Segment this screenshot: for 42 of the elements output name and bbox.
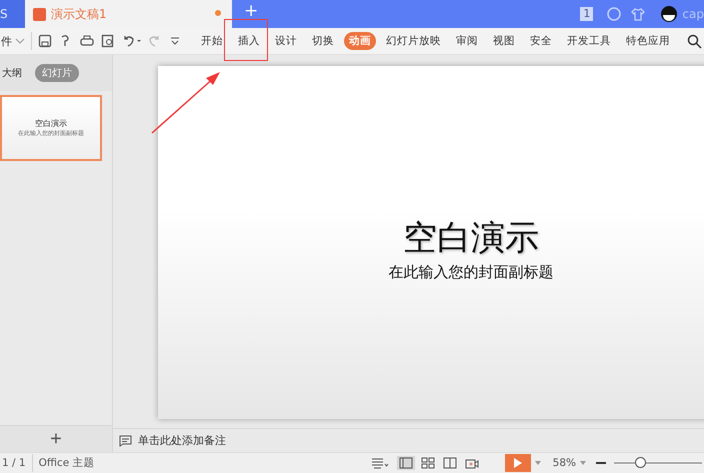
normal-view-icon[interactable] [396,456,415,470]
ribbon-tab[interactable]: 插入 [233,32,265,50]
ribbon-tab[interactable]: 安全 [525,32,557,50]
page-indicator: 1 / 1 [2,457,26,469]
notes-placeholder[interactable]: 单击此处添加备注 [138,433,226,448]
zoom-out-icon[interactable] [596,462,606,464]
chevron-down-icon[interactable] [15,37,25,45]
new-tab-button[interactable]: + [244,3,258,19]
ribbon-tab[interactable]: 开发工具 [562,32,616,50]
window-count-badge: 1 [580,7,594,21]
slide-canvas[interactable]: 空白演示 在此输入您的封面副标题 [158,66,704,419]
play-button[interactable] [504,454,531,472]
zoom-percentage[interactable]: 58% [552,457,576,469]
comment-icon [119,434,132,446]
slider-thumb[interactable] [635,457,646,468]
ribbon-tab[interactable]: 特色应用 [621,32,675,50]
search-icon[interactable] [687,34,702,48]
slide-title[interactable]: 空白演示 [403,215,539,261]
notes-toggle-icon[interactable] [370,457,389,469]
add-slide-button[interactable]: + [50,429,62,449]
play-icon [512,457,523,469]
thumbnail-title: 空白演示 [35,118,67,129]
grid-view-icon[interactable] [418,456,437,470]
document-tab[interactable]: S [0,0,25,28]
ribbon-tab[interactable]: 幻灯片放映 [381,32,446,50]
slide-subtitle[interactable]: 在此输入您的封面副标题 [388,263,554,282]
save-icon[interactable] [38,34,52,48]
print-preview-icon[interactable] [101,34,115,48]
ribbon-tab[interactable]: 视图 [488,32,520,50]
file-menu[interactable]: 件 [1,34,12,48]
undo-icon[interactable] [122,34,142,48]
ribbon-tab[interactable]: 切换 [307,32,339,50]
theme-name: Office 主题 [38,456,95,470]
app-logo-icon [33,8,46,20]
ribbon-tab[interactable]: 开始 [196,32,228,50]
avatar-icon[interactable] [661,6,678,22]
ribbon-tab[interactable]: 审阅 [451,32,483,50]
print-icon[interactable] [80,34,94,48]
more-icon[interactable] [170,36,180,46]
panel-tab[interactable]: 大纲 [0,64,29,82]
ribbon-tab[interactable]: 设计 [270,32,302,50]
book-view-icon[interactable] [440,456,459,470]
